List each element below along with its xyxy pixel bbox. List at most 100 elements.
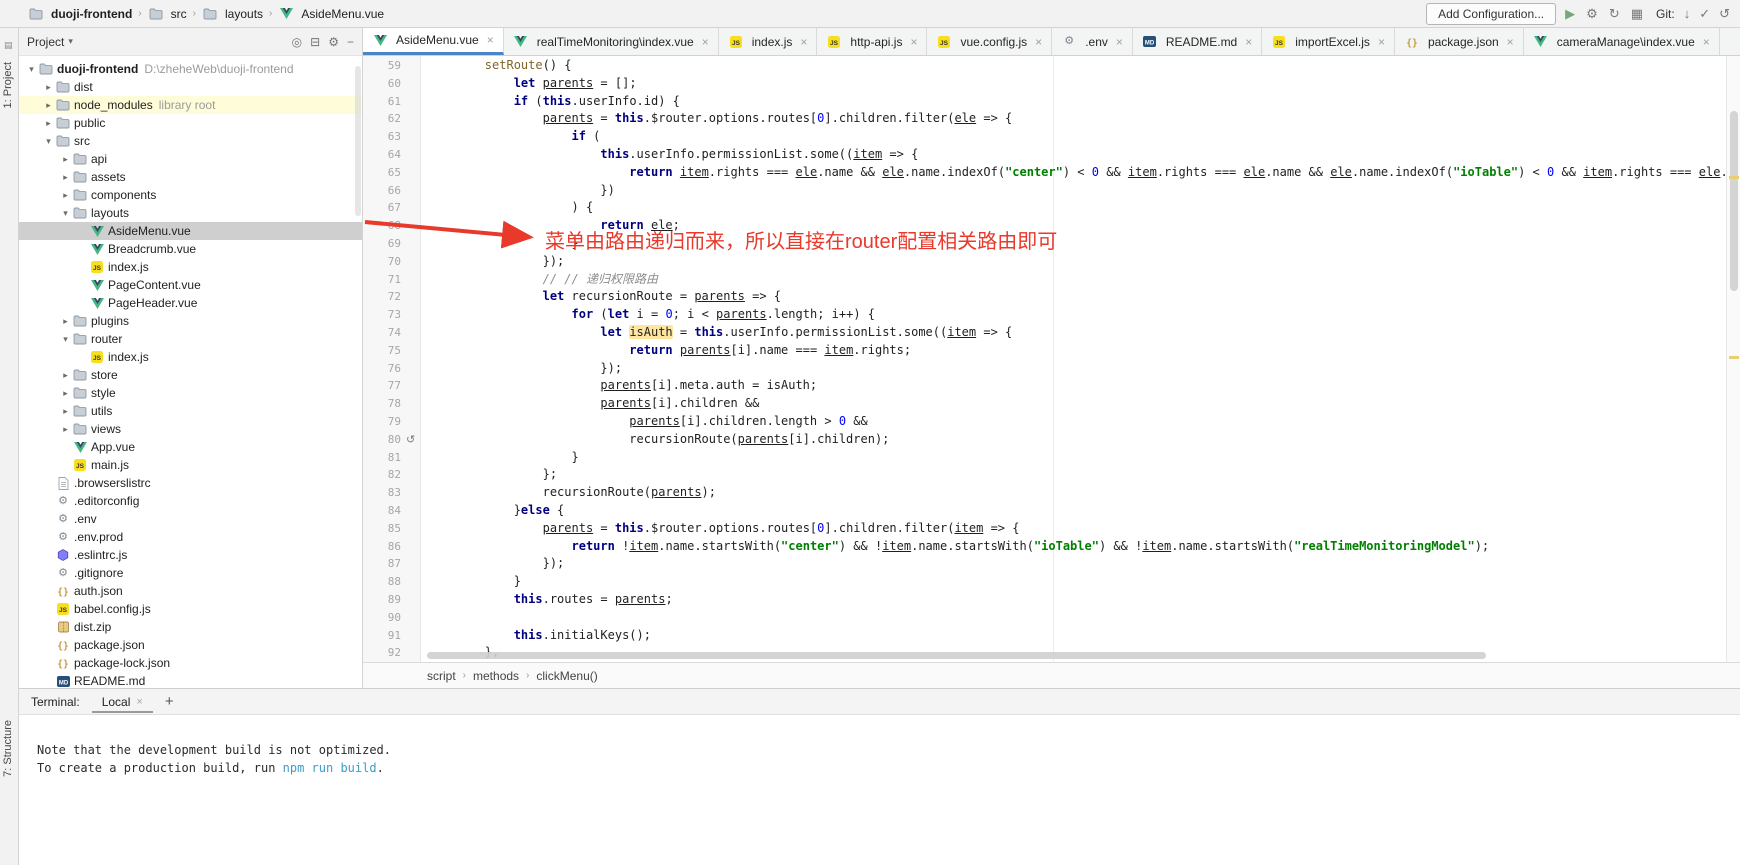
code-line[interactable]: 88 }: [363, 573, 1726, 591]
editor-breadcrumb-item[interactable]: clickMenu(): [536, 669, 597, 683]
tree-item-views[interactable]: ▸views: [19, 420, 362, 438]
code-line[interactable]: 62 parents = this.$router.options.routes…: [363, 110, 1726, 128]
add-configuration-button[interactable]: Add Configuration...: [1426, 3, 1556, 25]
tool-window-button-project[interactable]: 1: Project: [2, 62, 14, 108]
new-terminal-button[interactable]: +: [165, 694, 174, 709]
tree-item-auth-json[interactable]: {}auth.json: [19, 582, 362, 600]
code-line[interactable]: 67 ) {: [363, 199, 1726, 217]
tree-item-public[interactable]: ▸public: [19, 114, 362, 132]
breadcrumb-item[interactable]: layouts: [200, 7, 265, 21]
close-tab-icon[interactable]: ×: [1703, 35, 1710, 49]
chevron-down-icon[interactable]: ▾: [42, 136, 55, 147]
tree-item-router[interactable]: ▾router: [19, 330, 362, 348]
tree-item-store[interactable]: ▸store: [19, 366, 362, 384]
code-line[interactable]: 66 }): [363, 182, 1726, 200]
tree-item-src[interactable]: ▾src: [19, 132, 362, 150]
chevron-right-icon[interactable]: ▸: [59, 190, 72, 201]
tree-item-pagecontent-vue[interactable]: PageContent.vue: [19, 276, 362, 294]
chevron-right-icon[interactable]: ▸: [42, 100, 55, 111]
layout-icon[interactable]: ▦: [1631, 7, 1643, 20]
chevron-right-icon[interactable]: ▸: [59, 172, 72, 183]
tab-asidemenu-vue[interactable]: AsideMenu.vue×: [363, 28, 504, 55]
tree-item-style[interactable]: ▸style: [19, 384, 362, 402]
tree-item-duoji-frontend[interactable]: ▾duoji-frontendD:\zheheWeb\duoji-fronten…: [19, 60, 362, 78]
project-scrollbar[interactable]: [355, 66, 361, 216]
breadcrumb-item[interactable]: duoji-frontend: [26, 7, 134, 21]
chevron-right-icon[interactable]: ▸: [42, 118, 55, 129]
code-line[interactable]: 90: [363, 609, 1726, 627]
hide-panel-icon[interactable]: −: [347, 35, 354, 49]
scrollbar-thumb[interactable]: [1730, 111, 1738, 291]
tree-item-index-js[interactable]: JSindex.js: [19, 348, 362, 366]
tree-item-dist[interactable]: ▸dist: [19, 78, 362, 96]
run-icon[interactable]: ▶: [1565, 7, 1575, 20]
code-line[interactable]: 71 // // 递归权限路由: [363, 271, 1726, 289]
tab-package-json[interactable]: {}package.json×: [1395, 28, 1524, 55]
chevron-down-icon[interactable]: ▾: [59, 208, 72, 219]
tab--env[interactable]: ⚙.env×: [1052, 28, 1133, 55]
chevron-down-icon[interactable]: ▾: [59, 334, 72, 345]
tree-item--browserslistrc[interactable]: .browserslistrc: [19, 474, 362, 492]
close-tab-icon[interactable]: ×: [910, 35, 917, 49]
tree-item-babel-config-js[interactable]: JSbabel.config.js: [19, 600, 362, 618]
update-project-icon[interactable]: ↓: [1684, 7, 1691, 20]
tree-item-main-js[interactable]: JSmain.js: [19, 456, 362, 474]
chevron-right-icon[interactable]: ▸: [59, 424, 72, 435]
tab-vue-config-js[interactable]: JSvue.config.js×: [927, 28, 1052, 55]
code-line[interactable]: 84 }else {: [363, 502, 1726, 520]
code-line[interactable]: 87 });: [363, 555, 1726, 573]
close-terminal-tab-icon[interactable]: ×: [136, 696, 142, 708]
tree-item--env-prod[interactable]: ⚙.env.prod: [19, 528, 362, 546]
close-tab-icon[interactable]: ×: [1116, 35, 1123, 49]
code-line[interactable]: 63 if (: [363, 128, 1726, 146]
code-line[interactable]: 75 return parents[i].name === item.right…: [363, 342, 1726, 360]
collapse-all-icon[interactable]: ⊟: [310, 35, 320, 49]
tree-item--editorconfig[interactable]: ⚙.editorconfig: [19, 492, 362, 510]
code-line[interactable]: 64 this.userInfo.permissionList.some((it…: [363, 146, 1726, 164]
vertical-scrollbar[interactable]: [1726, 56, 1740, 662]
chevron-right-icon[interactable]: ▸: [59, 406, 72, 417]
tree-item-dist-zip[interactable]: dist.zip: [19, 618, 362, 636]
code-line[interactable]: 83 recursionRoute(parents);: [363, 484, 1726, 502]
code-line[interactable]: 81 }: [363, 449, 1726, 467]
tab-importexcel-js[interactable]: JSimportExcel.js×: [1262, 28, 1395, 55]
code-line[interactable]: 65 return item.rights === ele.name && el…: [363, 164, 1726, 182]
tree-item--env[interactable]: ⚙.env: [19, 510, 362, 528]
tab-realtimemonitoring-index-vue[interactable]: realTimeMonitoring\index.vue×: [504, 28, 719, 55]
code-line[interactable]: 85 parents = this.$router.options.routes…: [363, 520, 1726, 538]
locate-icon[interactable]: ◎: [292, 35, 302, 49]
horizontal-scrollbar[interactable]: [427, 652, 1486, 659]
code-line[interactable]: 79 parents[i].children.length > 0 &&: [363, 413, 1726, 431]
terminal-tab-local[interactable]: Local ×: [92, 691, 153, 713]
close-tab-icon[interactable]: ×: [702, 35, 709, 49]
settings-icon[interactable]: ⚙: [328, 35, 339, 49]
close-tab-icon[interactable]: ×: [1507, 35, 1514, 49]
close-tab-icon[interactable]: ×: [487, 33, 494, 47]
code-line[interactable]: 72 let recursionRoute = parents => {: [363, 288, 1726, 306]
tree-item--gitignore[interactable]: ⚙.gitignore: [19, 564, 362, 582]
tree-item-app-vue[interactable]: App.vue: [19, 438, 362, 456]
code-line[interactable]: 73 for (let i = 0; i < parents.length; i…: [363, 306, 1726, 324]
tab-cameramanage-index-vue[interactable]: cameraManage\index.vue×: [1524, 28, 1720, 55]
editor-breadcrumb-item[interactable]: script: [427, 669, 456, 683]
tree-item-package-json[interactable]: {}package.json: [19, 636, 362, 654]
terminal-output[interactable]: Note that the development build is not o…: [19, 715, 1740, 777]
code-line[interactable]: 82 };: [363, 466, 1726, 484]
chevron-right-icon[interactable]: ▸: [42, 82, 55, 93]
close-tab-icon[interactable]: ×: [800, 35, 807, 49]
editor-body[interactable]: 59 setRoute() {60 let parents = [];61 if…: [363, 56, 1726, 662]
code-line[interactable]: 86 return !item.name.startsWith("center"…: [363, 538, 1726, 556]
chevron-down-icon[interactable]: ▾: [25, 64, 38, 75]
close-tab-icon[interactable]: ×: [1245, 35, 1252, 49]
code-line[interactable]: 77 parents[i].meta.auth = isAuth;: [363, 377, 1726, 395]
chevron-right-icon[interactable]: ▸: [59, 370, 72, 381]
revert-icon[interactable]: ↺: [1719, 7, 1730, 20]
chevron-right-icon[interactable]: ▸: [59, 316, 72, 327]
update-icon[interactable]: ↻: [1609, 7, 1620, 20]
editor-breadcrumb-item[interactable]: methods: [473, 669, 519, 683]
breadcrumb-item[interactable]: AsideMenu.vue: [276, 7, 386, 21]
close-tab-icon[interactable]: ×: [1378, 35, 1385, 49]
settings-icon[interactable]: ⚙: [1586, 7, 1598, 20]
close-tab-icon[interactable]: ×: [1035, 35, 1042, 49]
code-line[interactable]: 60 let parents = [];: [363, 75, 1726, 93]
